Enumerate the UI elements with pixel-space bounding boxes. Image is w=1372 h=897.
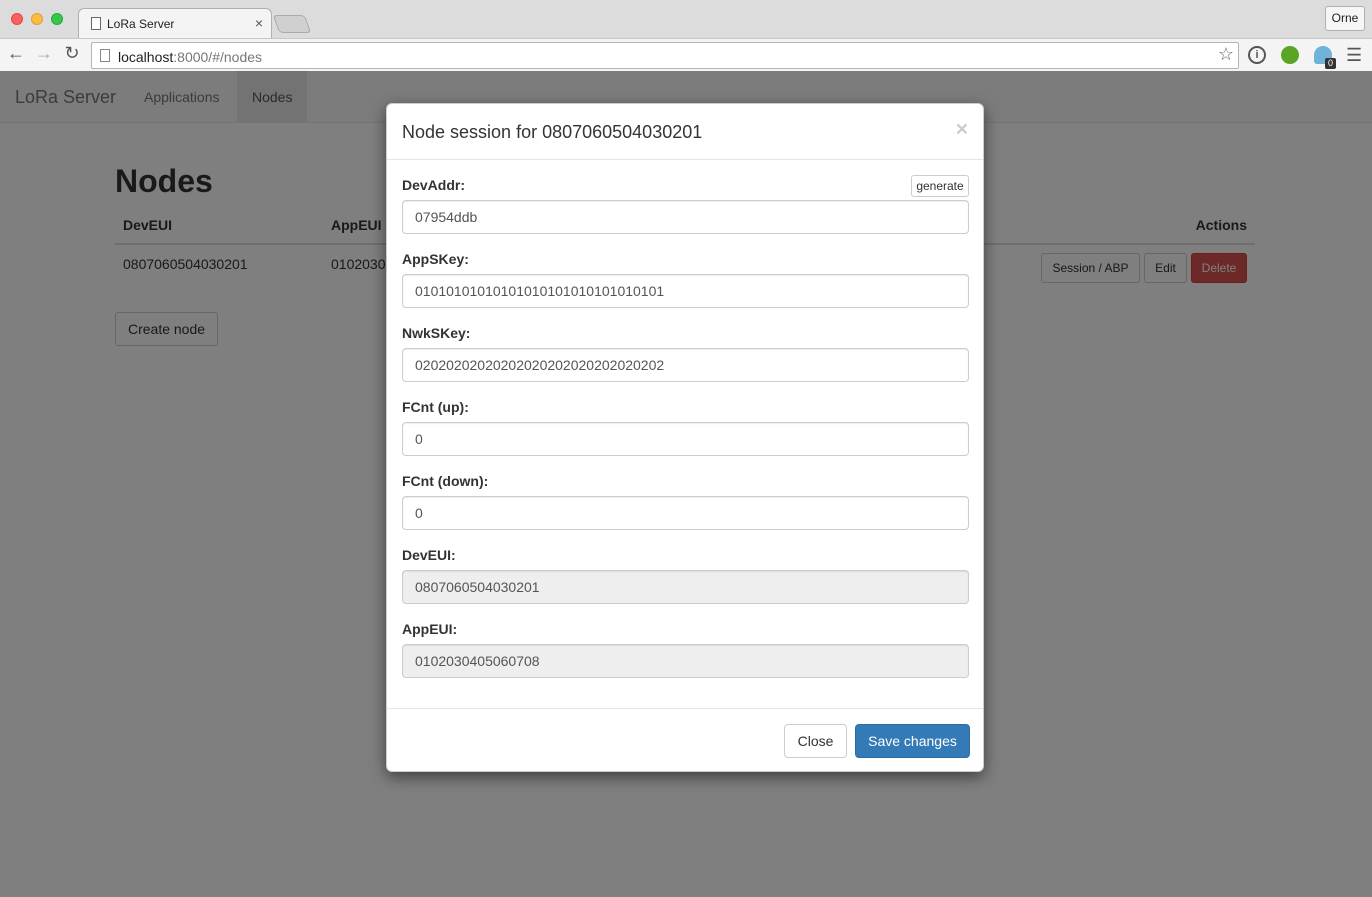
info-extension-icon[interactable]: i — [1248, 46, 1266, 64]
generate-button[interactable]: generate — [911, 175, 969, 197]
reload-icon[interactable]: ↻ — [62, 43, 82, 64]
fcnt-up-input[interactable] — [402, 422, 969, 456]
deveui-label: DevEUI: — [402, 547, 456, 563]
tab-title: LoRa Server — [107, 17, 175, 31]
window-minimize-icon[interactable] — [31, 13, 43, 25]
nwkskey-label: NwkSKey: — [402, 325, 471, 341]
appeui-label: AppEUI: — [402, 621, 458, 637]
bookmark-star-icon[interactable]: ☆ — [1218, 44, 1234, 65]
modal-close-icon[interactable]: × — [956, 118, 968, 142]
browser-titlebar: LoRa Server × Orne — [0, 0, 1372, 38]
back-arrow-icon[interactable]: ← — [6, 43, 26, 64]
fcnt-down-input[interactable] — [402, 496, 969, 530]
window-maximize-icon[interactable] — [51, 13, 63, 25]
fcnt-down-label: FCnt (down): — [402, 473, 489, 489]
save-changes-button[interactable]: Save changes — [855, 724, 970, 758]
modal-title: Node session for 0807060504030201 — [402, 122, 703, 142]
address-bar[interactable]: localhost:8000/#/nodes ☆ — [91, 42, 1239, 69]
window-close-icon[interactable] — [11, 13, 23, 25]
browser-menu-icon[interactable]: ☰ — [1346, 45, 1362, 66]
fcnt-up-label: FCnt (up): — [402, 399, 469, 415]
devaddr-input[interactable] — [402, 200, 969, 234]
close-button[interactable]: Close — [784, 724, 847, 758]
devaddr-label: DevAddr: — [402, 177, 466, 193]
nwkskey-input[interactable] — [402, 348, 969, 382]
appskey-label: AppSKey: — [402, 251, 469, 267]
browser-chrome: LoRa Server × Orne ← → ↻ localhost:8000/… — [0, 0, 1372, 71]
node-session-modal: Node session for 0807060504030201 × DevA… — [386, 103, 984, 772]
deveui-input — [402, 570, 969, 604]
new-tab-button[interactable] — [272, 15, 312, 33]
appskey-input[interactable] — [402, 274, 969, 308]
browser-tab[interactable]: LoRa Server × — [78, 8, 272, 38]
browser-toolbar: ← → ↻ localhost:8000/#/nodes ☆ i 0 ☰ — [0, 38, 1372, 71]
page-icon — [100, 49, 110, 62]
modal-header: Node session for 0807060504030201 × — [387, 104, 983, 160]
page-icon — [91, 17, 101, 30]
evernote-extension-icon[interactable] — [1281, 46, 1299, 64]
forward-arrow-icon[interactable]: → — [34, 43, 54, 64]
tab-close-icon[interactable]: × — [255, 15, 263, 31]
appeui-input — [402, 644, 969, 678]
modal-footer-divider — [387, 708, 983, 709]
extension-badge: 0 — [1325, 58, 1336, 69]
url-text[interactable]: localhost:8000/#/nodes — [118, 49, 262, 65]
profile-button[interactable]: Orne — [1325, 6, 1365, 31]
